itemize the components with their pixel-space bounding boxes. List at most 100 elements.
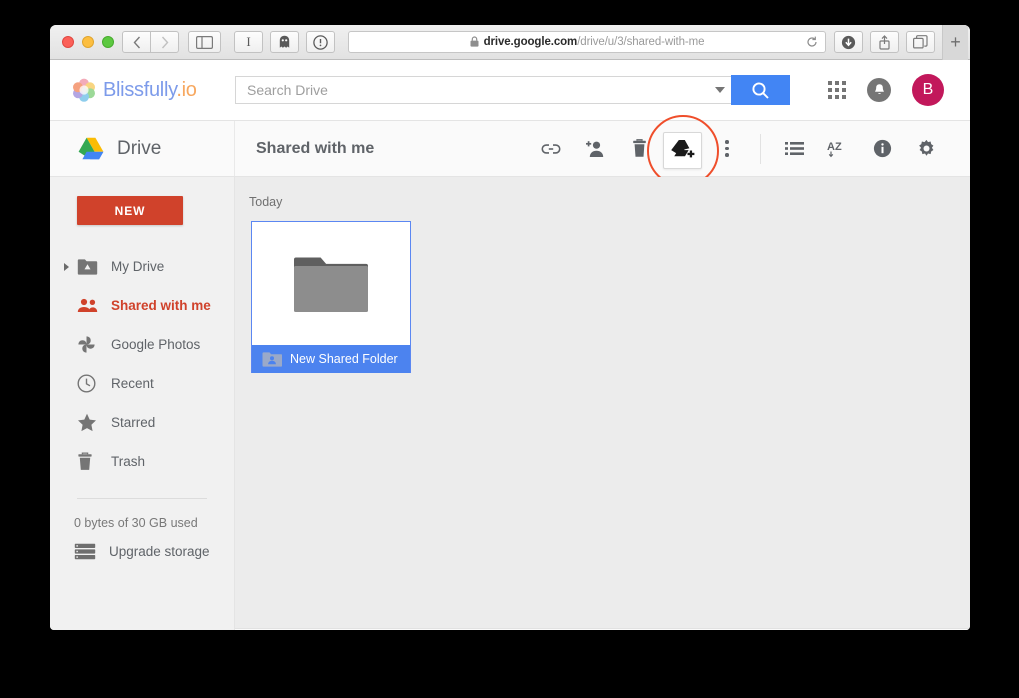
sidebar-item-shared-with-me[interactable]: Shared with me [50,286,234,325]
url-host: drive.google.com [483,36,578,48]
sidebar-toggle-button[interactable] [188,31,221,53]
svg-text:A: A [827,141,835,153]
shared-folder-icon [262,351,282,367]
download-icon [841,35,856,49]
show-tabs-button[interactable] [906,31,935,53]
blissfully-brand[interactable]: Blissfully.io [50,78,235,102]
add-to-my-drive-highlight [647,114,719,187]
upgrade-storage-link[interactable]: Upgrade storage [50,530,234,572]
browser-window: I drive.google.com/drive/u/3/shared-with… [50,25,970,630]
extension-buttons: I [234,31,335,53]
add-person-icon [586,140,604,157]
info-icon [873,139,891,158]
browser-right-actions: + [834,25,968,60]
share-button[interactable] [870,31,899,53]
minimize-window-button[interactable] [82,36,94,48]
file-card-label: New Shared Folder [252,345,410,373]
header-right-actions: B [828,74,970,106]
sidebar-item-trash[interactable]: Trash [50,442,234,481]
browser-toolbar: I drive.google.com/drive/u/3/shared-with… [50,25,970,60]
more-options-button[interactable] [705,121,749,177]
storage-drive-icon [74,543,100,560]
page-title: Shared with me [256,139,375,157]
app-header: Blissfully.io Search Drive B [50,60,970,121]
sidebar-nav: My Drive Shared with me Google Photos Re… [50,247,234,481]
downloads-button[interactable] [834,31,863,53]
sidebar-item-label: Recent [111,376,154,391]
sidebar-toggle-icon [196,35,213,49]
my-drive-folder-icon [77,258,99,275]
sidebar-item-label: Starred [111,415,156,430]
add-to-my-drive-icon [671,139,695,157]
trash-icon [632,139,646,157]
reload-button[interactable] [806,36,818,48]
address-bar[interactable]: drive.google.com/drive/u/3/shared-with-m… [348,31,826,53]
brand-tld: .io [176,78,197,101]
window-controls [56,36,122,48]
forward-button[interactable] [150,31,179,53]
sidebar-item-label: Google Photos [111,337,201,352]
share-icon [879,34,890,50]
info-circle-icon [313,34,328,50]
notifications-button[interactable] [867,78,891,102]
search-icon [752,81,769,99]
instapaper-extension-button[interactable]: I [234,31,263,53]
apps-grid-icon[interactable] [828,81,846,99]
remove-trash-button[interactable] [617,121,661,177]
lock-icon [470,36,479,48]
upgrade-storage-label: Upgrade storage [109,543,210,559]
get-link-button[interactable] [529,121,573,177]
sort-button[interactable]: A Z [816,121,860,177]
page-info-extension-button[interactable] [306,31,335,53]
bell-icon [874,84,884,95]
new-tab-button[interactable]: + [942,25,968,60]
list-view-icon [784,142,804,155]
instapaper-icon: I [246,34,251,49]
chevron-down-icon[interactable] [715,87,725,93]
clock-icon [77,374,99,393]
search-box[interactable] [235,76,731,104]
sidebar-item-my-drive[interactable]: My Drive [50,247,234,286]
file-card[interactable]: New Shared Folder [251,221,411,373]
close-window-button[interactable] [62,36,74,48]
list-view-button[interactable] [772,121,816,177]
maximize-window-button[interactable] [102,36,114,48]
sidebar-item-label: My Drive [111,259,165,274]
file-thumbnail [252,222,410,345]
sort-az-icon: A Z [827,141,842,157]
sidebar: NEW My Drive Shared with me Google Photo… [50,177,235,630]
shared-people-icon [77,298,99,313]
search-input[interactable] [247,82,709,98]
sidebar-item-google-photos[interactable]: Google Photos [50,325,234,364]
navigation-buttons [122,31,179,53]
brand-name: Blissfully [103,78,177,101]
search-button[interactable] [731,75,790,105]
forward-chevron-icon [161,36,168,48]
add-to-my-drive-button[interactable] [663,131,702,169]
settings-button[interactable] [904,121,948,177]
drive-home-link[interactable]: Drive [50,121,235,176]
ghost-icon [279,35,290,48]
file-grid-area: Today New Shared Folder [235,177,970,630]
sidebar-item-label: Shared with me [111,298,211,313]
search-bar [235,75,790,105]
ghostery-extension-button[interactable] [270,31,299,53]
back-button[interactable] [122,31,151,53]
trash-can-icon [77,452,99,471]
url-text: drive.google.com/drive/u/3/shared-with-m… [470,36,705,48]
more-options-icon [725,140,729,157]
blissfully-flower-logo-icon [73,78,95,102]
folder-icon [294,257,368,312]
sidebar-item-starred[interactable]: Starred [50,403,234,442]
details-info-button[interactable] [860,121,904,177]
share-add-person-button[interactable] [573,121,617,177]
user-avatar[interactable]: B [912,74,944,106]
storage-usage-text: 0 bytes of 30 GB used [74,516,198,530]
google-photos-pinwheel-icon [77,335,99,354]
get-link-icon [541,143,561,154]
new-button[interactable]: NEW [77,196,183,225]
google-drive-logo-icon [78,137,104,160]
sidebar-item-recent[interactable]: Recent [50,364,234,403]
svg-text:Z: Z [835,141,842,153]
expand-chevron-icon[interactable] [64,262,69,271]
